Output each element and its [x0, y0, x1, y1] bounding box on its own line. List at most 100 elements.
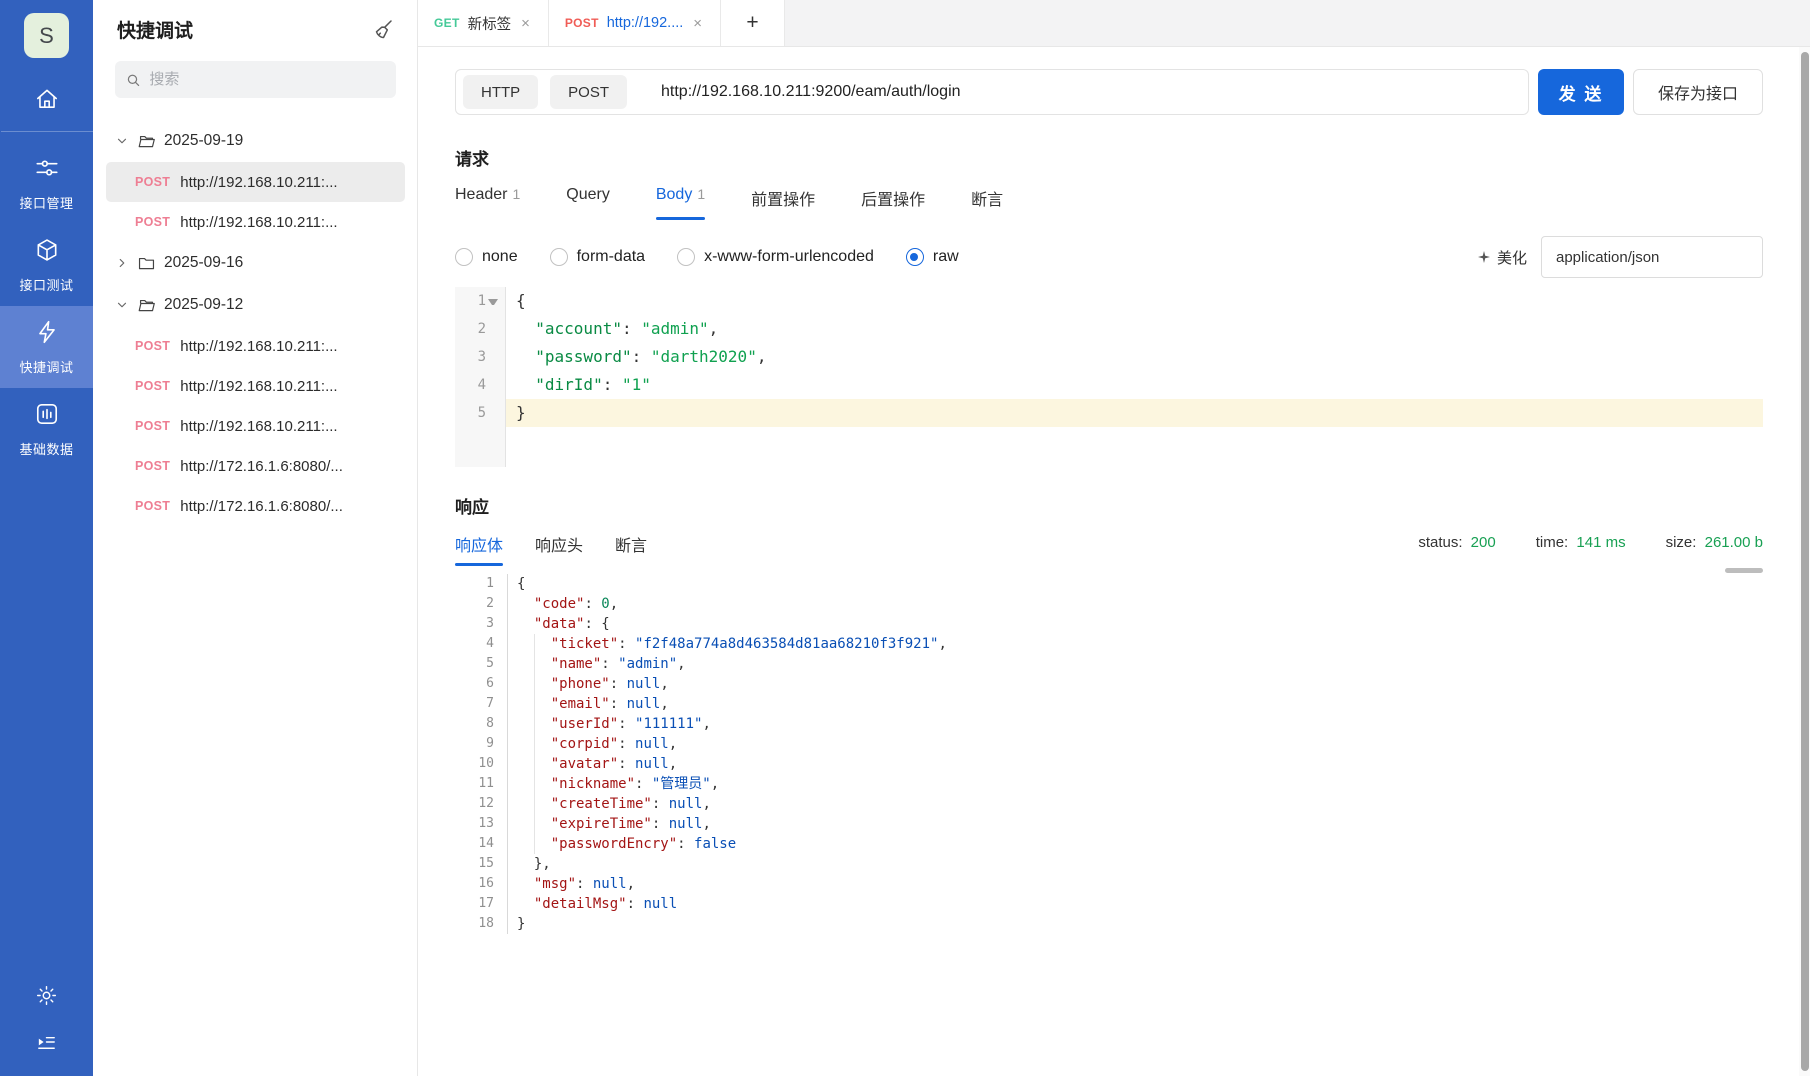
token-k: "data" — [533, 616, 585, 632]
close-icon[interactable]: × — [691, 15, 704, 32]
response-line: 1{ — [455, 574, 1763, 594]
editor-line-content[interactable]: { — [506, 287, 1763, 315]
sidebar-item-2[interactable]: 接口测试 — [0, 224, 93, 306]
editor-gutter[interactable]: 2 — [455, 315, 506, 343]
response-line-content: "corpid": null, — [507, 734, 1763, 754]
token-k: "userId" — [550, 716, 619, 732]
editor-line-content[interactable]: "password": "darth2020", — [506, 343, 1763, 371]
line-number: 17 — [478, 896, 494, 911]
line-number: 13 — [478, 816, 494, 831]
url-input[interactable]: http://192.168.10.211:9200/eam/auth/logi… — [661, 83, 961, 101]
token-p: , — [702, 716, 711, 732]
collapse-menu-icon[interactable] — [35, 1031, 58, 1054]
token-k: "createTime" — [550, 796, 652, 812]
save-as-api-button[interactable]: 保存为接口 — [1633, 69, 1763, 115]
body-type-raw[interactable]: raw — [905, 248, 959, 266]
body-type-form-data[interactable]: form-data — [549, 248, 645, 266]
response-line-content: "phone": null, — [507, 674, 1763, 694]
editor-gutter[interactable]: 3 — [455, 343, 506, 371]
request-tab-断言[interactable]: 断言 — [971, 186, 1003, 220]
editor-gutter[interactable]: 1 — [455, 287, 506, 315]
response-body-viewer[interactable]: 1{2 "code": 0, 3 "data": {4 "ticket": "f2… — [455, 574, 1763, 934]
content-type-select[interactable]: application/json — [1541, 236, 1763, 278]
editor-line-content[interactable]: "account": "admin", — [506, 315, 1763, 343]
search-input[interactable] — [149, 71, 386, 88]
fold-caret-icon[interactable] — [488, 296, 498, 306]
scrollbar-thumb[interactable] — [1800, 52, 1809, 1071]
request-body-editor[interactable]: 1{2 "account": "admin", 3 "password": "da… — [455, 287, 1763, 467]
sidebar-item-home[interactable] — [0, 80, 93, 131]
beautify-button[interactable]: 美化 — [1476, 247, 1527, 268]
beautify-label: 美化 — [1496, 249, 1527, 267]
close-icon[interactable]: × — [519, 15, 532, 32]
request-tab-前置操作[interactable]: 前置操作 — [751, 186, 815, 220]
radio-button[interactable] — [455, 248, 473, 266]
sparkle-icon — [1476, 249, 1492, 265]
editor-gutter[interactable]: 4 — [455, 371, 506, 399]
tab-1[interactable]: GET 新标签 × — [418, 0, 549, 46]
radio-button[interactable] — [905, 248, 924, 266]
history-item[interactable]: POST http://192.168.10.211:... — [106, 326, 405, 366]
token-p: , — [702, 796, 711, 812]
request-tab-后置操作[interactable]: 后置操作 — [861, 186, 925, 220]
line-number: 18 — [478, 916, 494, 931]
history-item[interactable]: POST http://192.168.10.211:... — [106, 202, 405, 242]
horizontal-scrollbar[interactable] — [1725, 568, 1763, 573]
tree-folder[interactable]: 2025-09-19 — [93, 120, 417, 162]
editor-line-content[interactable]: } — [506, 399, 1763, 427]
folder-label: 2025-09-19 — [164, 132, 244, 149]
tree-folder[interactable]: 2025-09-16 — [93, 242, 417, 284]
gear-icon[interactable] — [35, 984, 58, 1007]
request-tab-query[interactable]: Query — [566, 186, 610, 220]
request-tab-count: 1 — [697, 186, 706, 202]
tab-2[interactable]: POST http://192.... × — [548, 0, 722, 46]
response-tab-断言[interactable]: 断言 — [615, 532, 647, 566]
token-k: "avatar" — [550, 756, 619, 772]
line-number: 9 — [486, 736, 494, 751]
response-meta-value: 261.00 b — [1704, 534, 1763, 551]
token-s: "管理员" — [651, 776, 711, 792]
response-meta-value: 200 — [1470, 534, 1496, 551]
response-tab-label: 响应体 — [455, 538, 504, 555]
editor-gutter[interactable]: 5 — [455, 399, 506, 427]
response-line-content: "code": 0, — [507, 594, 1763, 614]
clear-history-icon[interactable] — [371, 18, 395, 42]
body-type-none[interactable]: none — [455, 248, 518, 266]
body-type-x-www-form-urlencoded[interactable]: x-www-form-urlencoded — [677, 248, 874, 266]
vertical-scrollbar[interactable] — [1799, 47, 1810, 1076]
history-item[interactable]: POST http://192.168.10.211:... — [106, 162, 405, 202]
indent-guide — [533, 774, 535, 794]
protocol-select[interactable]: HTTP — [463, 75, 539, 109]
response-line-content: "nickname": "管理员", — [507, 774, 1763, 794]
request-tab-body[interactable]: Body 1 — [655, 186, 706, 220]
tree-folder[interactable]: 2025-09-12 — [93, 284, 417, 326]
token-p: : — [609, 676, 627, 692]
token-p: , — [626, 876, 636, 892]
search-box[interactable] — [115, 61, 396, 98]
sidebar-item-4[interactable]: 基础数据 — [0, 388, 93, 470]
response-tab-响应体[interactable]: 响应体 — [455, 532, 504, 566]
history-item[interactable]: POST http://192.168.10.211:... — [106, 406, 405, 446]
bolt-icon — [34, 319, 60, 345]
radio-button[interactable] — [549, 248, 568, 266]
editor-line-content[interactable]: "dirId": "1" — [506, 371, 1763, 399]
token-p: : — [618, 736, 636, 752]
response-tab-响应头[interactable]: 响应头 — [535, 532, 583, 566]
history-item[interactable]: POST http://172.16.1.6:8080/... — [106, 486, 405, 526]
app-logo[interactable]: S — [24, 13, 69, 58]
body-type-label: x-www-form-urlencoded — [704, 248, 874, 265]
history-item[interactable]: POST http://192.168.10.211:... — [106, 366, 405, 406]
token-p — [516, 319, 535, 338]
method-select[interactable]: POST — [550, 75, 628, 109]
request-tab-header[interactable]: Header 1 — [455, 186, 520, 220]
radio-button[interactable] — [677, 248, 696, 266]
history-item[interactable]: POST http://172.16.1.6:8080/... — [106, 446, 405, 486]
send-button[interactable]: 发 送 — [1538, 69, 1624, 115]
body-type-label: none — [482, 248, 518, 265]
request-url-text: http://192.168.10.211:... — [180, 173, 338, 191]
sidebar-item-3[interactable]: 快捷调试 — [0, 306, 93, 388]
sidebar-item-1[interactable]: 接口管理 — [0, 142, 93, 224]
request-url-text: http://192.168.10.211:... — [180, 213, 338, 231]
add-tab-button[interactable]: + — [721, 0, 786, 46]
panel-title: 快捷调试 — [117, 21, 194, 42]
